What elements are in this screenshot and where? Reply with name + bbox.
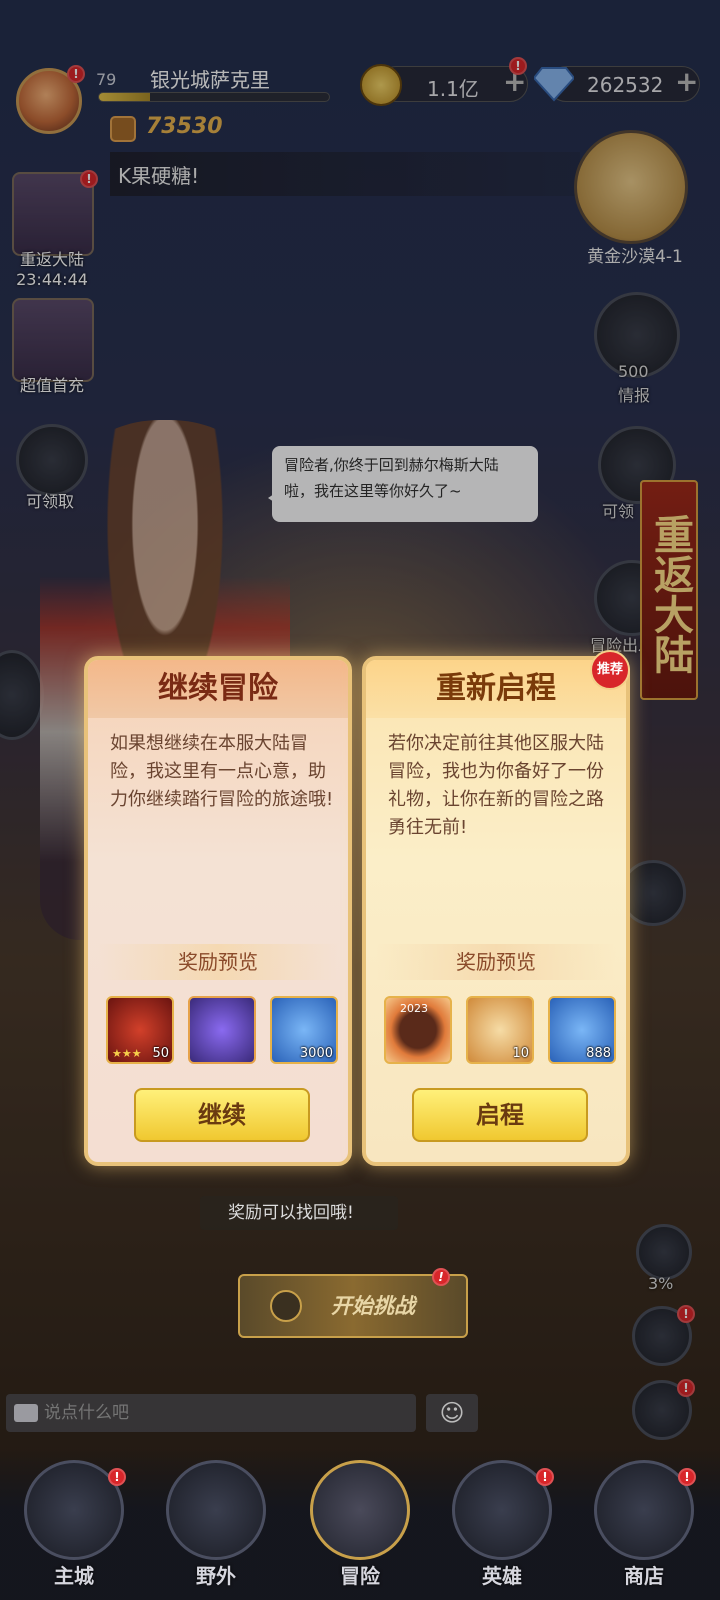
nav-label: 冒险 <box>340 1564 380 1588</box>
nav-heroes[interactable]: 英雄! <box>444 1460 560 1590</box>
diamond-icon[interactable]: 888 <box>548 996 616 1064</box>
item-count: 3000 <box>299 1046 333 1061</box>
item-count: 50 <box>152 1046 169 1061</box>
item-count: 10 <box>512 1046 529 1061</box>
reward-items: 2023 10 888 <box>384 996 616 1064</box>
avatar-frame-2023-icon[interactable]: 2023 <box>384 996 452 1064</box>
nav-label: 野外 <box>196 1564 236 1588</box>
reward-items: ★★★ 50 3000 <box>106 996 338 1064</box>
bottom-navigation: 主城! 野外 冒险 英雄! 商店! <box>0 1450 720 1600</box>
restart-journey-card: 重新启程 若你决定前往其他区服大陆冒险，我也为你备好了一份礼物，让你在新的冒险之… <box>362 656 630 1166</box>
recommended-badge: 推荐 <box>590 650 630 690</box>
chat-icon <box>14 1404 38 1422</box>
reward-preview-title: 奖励预览 <box>98 944 338 980</box>
card-description: 若你决定前往其他区服大陆冒险，我也为你备好了一份礼物，让你在新的冒险之路勇往无前… <box>388 733 604 838</box>
frame-year: 2023 <box>400 1002 428 1015</box>
alert-dot: ! <box>678 1468 696 1486</box>
start-challenge-button[interactable]: 开始挑战 ! <box>238 1268 468 1338</box>
nav-adventure[interactable]: 冒险 <box>302 1460 418 1590</box>
challenge-icon <box>270 1290 302 1322</box>
nav-shop[interactable]: 商店! <box>586 1460 702 1590</box>
nav-label: 主城 <box>54 1564 94 1588</box>
card-title: 重新启程 <box>366 660 626 718</box>
continue-button[interactable]: 继续 <box>134 1088 310 1142</box>
star-rating: ★★★ <box>112 1047 142 1060</box>
artifact-gem-icon[interactable] <box>188 996 256 1064</box>
challenge-label: 开始挑战 <box>331 1294 415 1318</box>
nav-label: 英雄 <box>482 1564 522 1588</box>
continue-adventure-card: 继续冒险 如果想继续在本服大陆冒险，我这里有一点心意，助力你继续踏行冒险的旅途哦… <box>84 656 352 1166</box>
card-description: 如果想继续在本服大陆冒险，我这里有一点心意，助力你继续踏行冒险的旅途哦! <box>110 733 334 810</box>
sword-icon <box>310 1460 410 1560</box>
chat-input[interactable] <box>44 1398 404 1428</box>
nav-label: 商店 <box>624 1564 664 1588</box>
reward-recall-hint: 奖励可以找回哦! <box>200 1196 398 1230</box>
hero-card-icon[interactable]: ★★★ 50 <box>106 996 174 1064</box>
reward-preview-title: 奖励预览 <box>376 944 616 980</box>
nav-main-city[interactable]: 主城! <box>16 1460 132 1590</box>
portal-icon <box>166 1460 266 1560</box>
scroll-icon[interactable]: 10 <box>466 996 534 1064</box>
item-count: 888 <box>586 1046 611 1061</box>
nav-field[interactable]: 野外 <box>158 1460 274 1590</box>
chat-bar <box>6 1394 416 1432</box>
depart-button[interactable]: 启程 <box>412 1088 588 1142</box>
alert-dot: ! <box>536 1468 554 1486</box>
card-title: 继续冒险 <box>88 660 348 718</box>
diamond-icon[interactable]: 3000 <box>270 996 338 1064</box>
alert-dot: ! <box>432 1268 450 1286</box>
alert-dot: ! <box>108 1468 126 1486</box>
emoji-icon[interactable]: ☺ <box>426 1394 478 1432</box>
